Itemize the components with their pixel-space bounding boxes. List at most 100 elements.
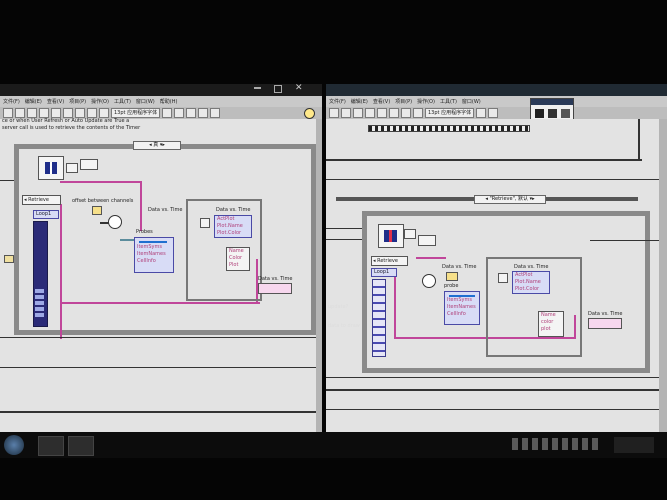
menu-file[interactable]: 文件(F): [329, 98, 346, 105]
update-label: update?: [328, 304, 349, 310]
highlight-execution-icon[interactable]: [51, 108, 61, 118]
retain-wire-icon[interactable]: [63, 108, 73, 118]
minimize-icon[interactable]: [254, 87, 261, 89]
align-icon[interactable]: [162, 108, 173, 118]
unbundle-field: Plot: [229, 262, 239, 268]
left-scrollbar[interactable]: [316, 119, 322, 432]
blue-indicator-array: [35, 289, 44, 319]
numeric-constant[interactable]: [92, 206, 102, 215]
abort-icon[interactable]: [27, 108, 37, 118]
align-icon[interactable]: [476, 108, 487, 118]
unbundle-node[interactable]: Name Color Plot: [226, 247, 250, 271]
run-continuous-icon[interactable]: [15, 108, 25, 118]
numeric-index[interactable]: [498, 273, 508, 283]
start-button[interactable]: [4, 435, 24, 455]
pause-icon[interactable]: [365, 108, 375, 118]
menu-operate[interactable]: 操作(O): [91, 98, 109, 105]
subvi-icon[interactable]: [38, 156, 64, 180]
left-block-diagram[interactable]: ce or when User Refresh or Auto Update a…: [0, 118, 316, 432]
menu-project[interactable]: 项目(P): [395, 98, 412, 105]
property-node[interactable]: ActPlot Plot.Name Plot.Color: [214, 215, 252, 238]
black-wire: [638, 119, 640, 161]
menu-window[interactable]: 窗口(W): [136, 98, 155, 105]
run-continuous-icon[interactable]: [341, 108, 351, 118]
numeric-index[interactable]: [200, 218, 210, 228]
property-node[interactable]: ActPlot Plot.Name Plot.Color: [512, 271, 550, 294]
right-window: 文件(F) 编辑(E) 查看(V) 项目(P) 操作(O) 工具(T) 窗口(W…: [326, 84, 667, 436]
unbundle-node[interactable]: Name color plot: [538, 311, 564, 337]
retrieve-enum[interactable]: ◂ Retrieve: [22, 195, 61, 205]
font-dropdown[interactable]: 13pt 应用程序字体: [425, 108, 475, 118]
resize-icon[interactable]: [186, 108, 197, 118]
step-over-icon[interactable]: [413, 108, 423, 118]
comment-line-2: server call is used to retrieve the cont…: [2, 125, 141, 131]
step-into-icon[interactable]: [401, 108, 411, 118]
cluster-field: ItemNames: [447, 304, 476, 310]
case-selector[interactable]: ◂ 真 ▾▸: [133, 141, 181, 150]
menu-tools[interactable]: 工具(T): [114, 98, 131, 105]
right-menu-bar: 文件(F) 编辑(E) 查看(V) 项目(P) 操作(O) 工具(T) 窗口(W…: [326, 96, 667, 107]
case-selector[interactable]: ◂ "Retrieve", 默认 ▾▸: [474, 195, 546, 204]
pause-icon[interactable]: [39, 108, 49, 118]
graph-terminal[interactable]: [588, 318, 622, 329]
unbundle-field: Name: [541, 312, 556, 318]
search-icon[interactable]: [304, 108, 315, 119]
cleanup-icon[interactable]: [210, 108, 221, 118]
step-into-icon[interactable]: [75, 108, 85, 118]
run-arrow-icon[interactable]: [329, 108, 339, 118]
menu-view[interactable]: 查看(V): [47, 98, 64, 105]
bundle-node[interactable]: [80, 159, 98, 170]
menu-file[interactable]: 文件(F): [3, 98, 20, 105]
numeric-constant[interactable]: [446, 272, 458, 281]
menu-view[interactable]: 查看(V): [373, 98, 390, 105]
media-player-icon[interactable]: [38, 436, 64, 456]
menu-project[interactable]: 项目(P): [69, 98, 86, 105]
reorder-icon[interactable]: [198, 108, 209, 118]
highlight-execution-icon[interactable]: [377, 108, 387, 118]
step-out-icon[interactable]: [99, 108, 109, 118]
menu-tools[interactable]: 工具(T): [440, 98, 457, 105]
menu-operate[interactable]: 操作(O): [417, 98, 435, 105]
pink-wire: [416, 257, 446, 259]
menu-edit[interactable]: 编辑(E): [25, 98, 42, 105]
retrieve-enum[interactable]: ◂ Retrieve: [371, 256, 408, 266]
menu-edit[interactable]: 编辑(E): [351, 98, 368, 105]
folder-icon[interactable]: [68, 436, 94, 456]
bundle-node[interactable]: [418, 235, 436, 246]
probe-cluster[interactable]: ItemSyms ItemNames CellInfo: [444, 291, 480, 325]
tray-icons[interactable]: [512, 438, 602, 450]
black-wire: [326, 228, 362, 229]
step-over-icon[interactable]: [87, 108, 97, 118]
small-node[interactable]: [404, 229, 416, 239]
property-item: Plot.Color: [217, 230, 242, 236]
run-arrow-icon[interactable]: [3, 108, 13, 118]
clock-area[interactable]: [614, 437, 654, 453]
probe-bar: [139, 241, 167, 243]
maximize-icon[interactable]: [274, 85, 282, 93]
position-tool-icon[interactable]: [548, 109, 557, 118]
probe-cluster[interactable]: ItemSyms ItemNames CellInfo: [134, 237, 174, 273]
small-node[interactable]: [66, 163, 78, 173]
right-scrollbar[interactable]: [659, 119, 667, 436]
left-title-bar: ✕: [0, 84, 322, 96]
close-icon[interactable]: ✕: [295, 84, 303, 93]
operate-tool-icon[interactable]: [535, 109, 544, 118]
loop-label[interactable]: Loop1: [33, 210, 59, 219]
font-dropdown[interactable]: 13pt 应用程序字体: [111, 108, 161, 118]
menu-help[interactable]: 帮助(H): [160, 98, 178, 105]
timer-icon[interactable]: [422, 274, 436, 288]
loop-label[interactable]: Loop1: [371, 268, 397, 277]
label-tool-icon[interactable]: [561, 109, 570, 118]
menu-window[interactable]: 窗口(W): [462, 98, 481, 105]
subvi-icon[interactable]: [378, 224, 404, 248]
abort-icon[interactable]: [353, 108, 363, 118]
retain-wire-icon[interactable]: [389, 108, 399, 118]
distribute-icon[interactable]: [174, 108, 185, 118]
distribute-icon[interactable]: [488, 108, 499, 118]
right-block-diagram[interactable]: ◂ "Retrieve", 默认 ▾▸ ◂ Retrieve Loop1 Dat…: [326, 119, 659, 436]
timer-icon[interactable]: [108, 215, 122, 229]
left-menu-bar: 文件(F) 编辑(E) 查看(V) 项目(P) 操作(O) 工具(T) 窗口(W…: [0, 96, 322, 107]
graph-terminal[interactable]: [258, 283, 292, 294]
left-window: ✕ 文件(F) 编辑(E) 查看(V) 项目(P) 操作(O) 工具(T) 窗口…: [0, 84, 322, 432]
tunnel-node[interactable]: [4, 255, 14, 263]
